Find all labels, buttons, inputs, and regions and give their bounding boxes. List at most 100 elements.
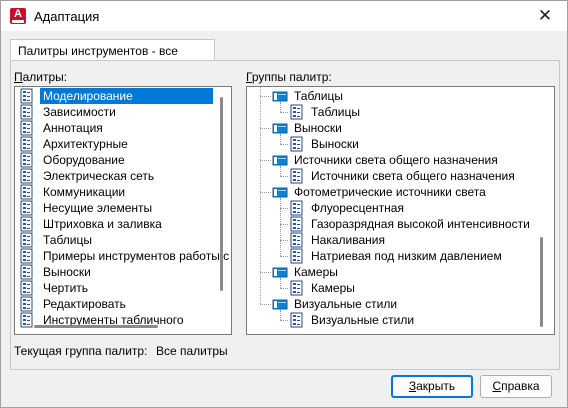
palette-list-item[interactable]: Коммуникации <box>19 184 214 200</box>
tree-node-label: Источники света общего назначения <box>311 169 515 183</box>
tree-node-label: Визуальные стили <box>294 297 398 311</box>
palette-list-item-label: Аннотация <box>43 121 103 135</box>
palette-list-item-label: Электрическая сеть <box>43 169 155 183</box>
tool-palette-icon <box>19 264 35 280</box>
tool-palette-icon <box>19 88 35 104</box>
tree-child-guide <box>280 198 281 256</box>
palette-list-item-label: Архитектурные <box>43 137 128 151</box>
tool-palette-icon <box>289 232 305 248</box>
palette-list-item[interactable]: Архитектурные <box>19 136 214 152</box>
palette-list-item[interactable]: Выноски <box>19 264 214 280</box>
palette-list-item[interactable]: Несущие элементы <box>19 200 214 216</box>
tree-connector <box>260 128 271 129</box>
palette-list-item[interactable]: Моделирование <box>19 88 214 104</box>
palette-list-item[interactable]: Оборудование <box>19 152 214 168</box>
tree-connector <box>280 288 288 289</box>
tool-palette-icon <box>19 296 35 312</box>
palette-list-item-label: Несущие элементы <box>43 201 153 215</box>
tool-palette-icon <box>19 136 35 152</box>
help-button[interactable]: Справка <box>480 375 552 398</box>
current-group-label: Текущая группа палитр: <box>14 344 148 358</box>
tool-palette-icon <box>19 200 35 216</box>
tool-palette-icon <box>289 200 305 216</box>
tree-node-label: Выноски <box>311 137 359 151</box>
tree-root-guide <box>260 87 261 304</box>
autocad-app-icon: A <box>10 8 26 24</box>
tool-palette-icon <box>19 184 35 200</box>
title-bar: A Адаптация ✕ <box>1 1 567 31</box>
window-title: Адаптация <box>34 9 100 24</box>
palettes-horizontal-scrollbar[interactable] <box>34 325 158 328</box>
tree-node-label: Газоразрядная высокой интенсивности <box>311 217 530 231</box>
palette-list-item-label: Моделирование <box>40 88 213 104</box>
tool-palette-icon <box>19 168 35 184</box>
palette-list-item[interactable]: Редактировать <box>19 296 214 312</box>
tree-node-label: Натриевая под низким давлением <box>311 249 502 263</box>
palette-list-item[interactable]: Электрическая сеть <box>19 168 214 184</box>
palette-group-icon <box>272 152 288 168</box>
tree-connector <box>260 160 271 161</box>
tree-connector <box>260 272 271 273</box>
tool-palette-icon <box>19 232 35 248</box>
tool-palette-icon <box>289 168 305 184</box>
palette-list-item-label: Таблицы <box>43 233 93 247</box>
close-button[interactable]: Закрыть <box>391 375 473 398</box>
tool-palette-icon <box>19 104 35 120</box>
palette-group-icon <box>272 264 288 280</box>
tree-connector <box>280 256 288 257</box>
tool-palette-icon <box>289 104 305 120</box>
tool-palette-icon <box>19 152 35 168</box>
tree-node-label: Флуоресцентная <box>311 201 404 215</box>
tree-node-label: Фотометрические источники света <box>294 185 486 199</box>
tool-palette-icon <box>289 216 305 232</box>
palette-group-icon <box>272 120 288 136</box>
palette-group-icon <box>272 296 288 312</box>
tree-node-label: Накаливания <box>311 233 385 247</box>
palette-list-item[interactable]: Чертить <box>19 280 214 296</box>
palette-list-item-label: Оборудование <box>43 153 125 167</box>
palette-list-item-label: Редактировать <box>43 297 126 311</box>
palette-list-item-label: Чертить <box>43 281 89 295</box>
tool-palette-icon <box>19 312 35 328</box>
tree-connector <box>280 144 288 145</box>
palette-list-item-label: Штриховка и заливка <box>43 217 162 231</box>
current-group-value: Все палитры <box>156 344 228 358</box>
close-window-icon[interactable]: ✕ <box>529 4 561 28</box>
palette-groups-label: Группы палитр: <box>246 70 332 84</box>
tool-palette-icon <box>289 280 305 296</box>
tree-node-label: Камеры <box>311 281 355 295</box>
tool-palette-icon <box>289 312 305 328</box>
tree-connector <box>280 320 288 321</box>
tree-connector <box>280 176 288 177</box>
adaptation-dialog: A Адаптация ✕ Палитры инструментов - все… <box>0 0 568 408</box>
palette-group-icon <box>272 184 288 200</box>
palette-list-item-label: Коммуникации <box>43 185 126 199</box>
tool-palette-icon <box>19 216 35 232</box>
groups-vertical-scrollbar[interactable] <box>540 237 543 327</box>
tree-node-label: Визуальные стили <box>311 313 415 327</box>
tree-node-label: Камеры <box>294 265 338 279</box>
tool-palette-icon <box>289 248 305 264</box>
palette-list-item[interactable]: Таблицы <box>19 232 214 248</box>
tree-connector <box>280 112 288 113</box>
palette-list-item[interactable]: Зависимости <box>19 104 214 120</box>
tree-connector <box>260 192 271 193</box>
tree-connector <box>280 208 288 209</box>
palette-list-item-label: Выноски <box>43 265 91 279</box>
tree-node-label: Выноски <box>294 121 342 135</box>
palette-list-item[interactable]: Примеры инструментов работы с <box>19 248 229 264</box>
palette-list-item-label: Примеры инструментов работы с <box>43 249 230 263</box>
tree-node-label: Таблицы <box>294 89 344 103</box>
palette-groups-tree[interactable]: Таблицы Таблицы Выноски Выноски Источники св… <box>246 86 555 335</box>
palettes-vertical-scrollbar[interactable] <box>220 97 223 291</box>
palette-list-item[interactable]: Штриховка и заливка <box>19 216 214 232</box>
tab-all-palettes[interactable]: Палитры инструментов - все палитры <box>10 39 215 80</box>
tool-palette-icon <box>289 136 305 152</box>
palette-group-icon <box>272 88 288 104</box>
tool-palette-icon <box>19 280 35 296</box>
palettes-list[interactable]: Моделирование Зависимости Аннотация Архитек… <box>14 86 232 335</box>
palettes-label: Палитры: <box>14 70 68 84</box>
tree-node-label: Таблицы <box>311 105 361 119</box>
palette-list-item[interactable]: Аннотация <box>19 120 214 136</box>
tree-connector <box>260 96 271 97</box>
